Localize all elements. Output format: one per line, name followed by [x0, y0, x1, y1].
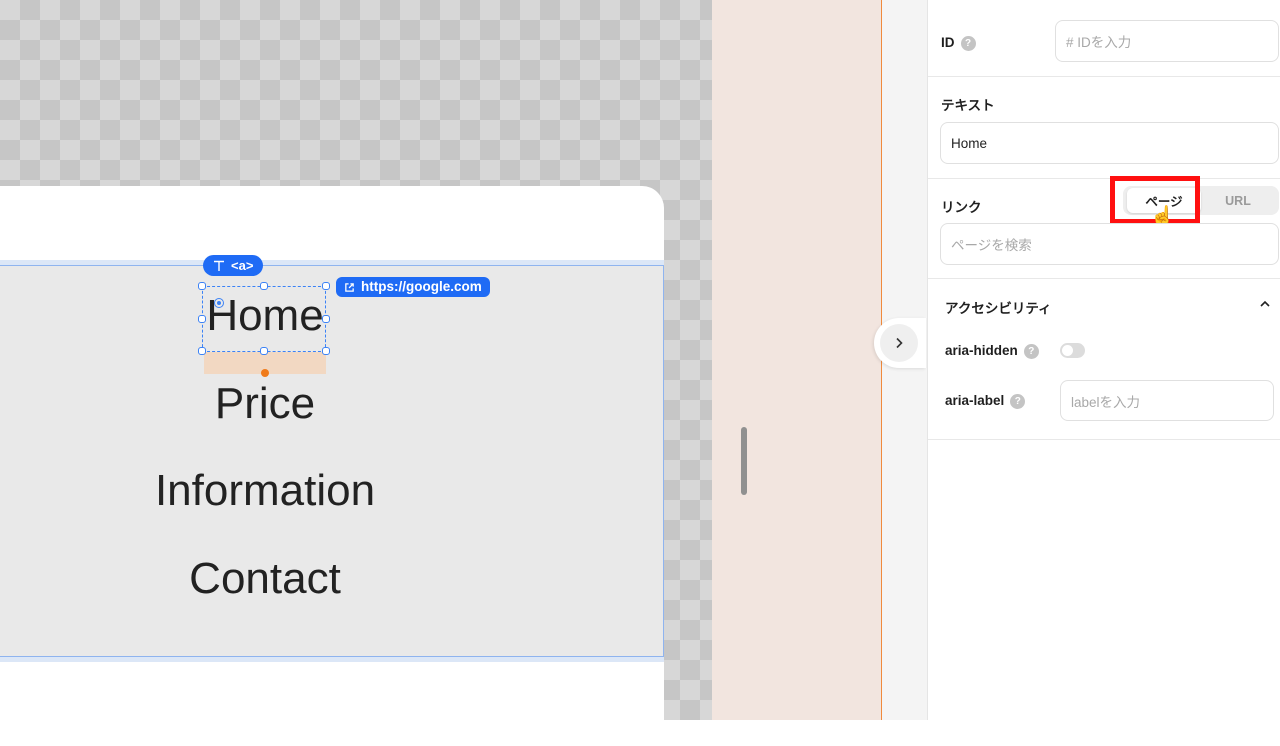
divider [928, 439, 1280, 440]
link-url-badge[interactable]: https://google.com [336, 277, 490, 297]
resize-handle-tr[interactable] [322, 282, 330, 290]
scroll-handle[interactable] [741, 427, 747, 495]
divider [928, 76, 1280, 77]
link-label: リンク [941, 200, 982, 215]
text-type-icon [214, 260, 224, 271]
divider [928, 178, 1280, 179]
collapse-panel-button[interactable] [874, 318, 926, 368]
resize-handle-b[interactable] [260, 347, 268, 355]
drop-point-icon [261, 369, 269, 377]
origin-point-icon[interactable] [214, 298, 224, 308]
external-link-icon [345, 282, 354, 292]
preview-area [712, 0, 882, 720]
properties-panel: ID? # IDを入力 テキスト Home リンク ページ URL ☝ ページを… [927, 0, 1280, 720]
resize-handle-bl[interactable] [198, 347, 206, 355]
nav-link-information[interactable]: Information [0, 465, 560, 517]
chevron-right-icon [880, 324, 918, 362]
chevron-up-icon[interactable] [1259, 299, 1271, 309]
id-input[interactable]: # IDを入力 [1055, 20, 1279, 62]
divider [928, 278, 1280, 279]
text-label: テキスト [941, 98, 995, 113]
help-icon[interactable]: ? [1023, 343, 1039, 359]
id-label: ID [941, 35, 955, 50]
element-tag-label: <a> [231, 258, 254, 273]
accessibility-title[interactable]: アクセシビリティ [945, 297, 1052, 317]
device-frame: Home Price Information Contact [0, 186, 664, 746]
id-label-row: ID? [941, 35, 976, 51]
aria-hidden-row: aria-hidden? [945, 343, 1039, 359]
resize-handle-l[interactable] [198, 315, 206, 323]
resize-handle-br[interactable] [322, 347, 330, 355]
resize-handle-tl[interactable] [198, 282, 206, 290]
editor-canvas[interactable]: Home Price Information Contact [0, 0, 712, 746]
selection-box[interactable] [202, 286, 326, 352]
resize-handle-t[interactable] [260, 282, 268, 290]
aria-label-input[interactable]: labelを入力 [1060, 380, 1274, 421]
resize-handle-r[interactable] [322, 315, 330, 323]
nav-link-contact[interactable]: Contact [0, 553, 560, 605]
nav-link-price[interactable]: Price [0, 378, 560, 430]
page-search-input[interactable]: ページを検索 [940, 223, 1279, 265]
text-input[interactable]: Home [940, 122, 1279, 164]
aria-hidden-label: aria-hidden [945, 343, 1018, 358]
help-icon[interactable]: ? [1010, 393, 1026, 409]
aria-label-label: aria-label [945, 393, 1005, 408]
help-icon[interactable]: ? [960, 35, 976, 51]
element-tag-badge[interactable]: <a> [203, 255, 264, 276]
aria-label-row: aria-label? [945, 393, 1026, 409]
nav-container[interactable]: Home Price Information Contact [0, 260, 664, 662]
link-url-text: https://google.com [361, 279, 482, 294]
aria-hidden-toggle[interactable] [1060, 343, 1085, 358]
tab-url[interactable]: URL [1201, 188, 1275, 213]
